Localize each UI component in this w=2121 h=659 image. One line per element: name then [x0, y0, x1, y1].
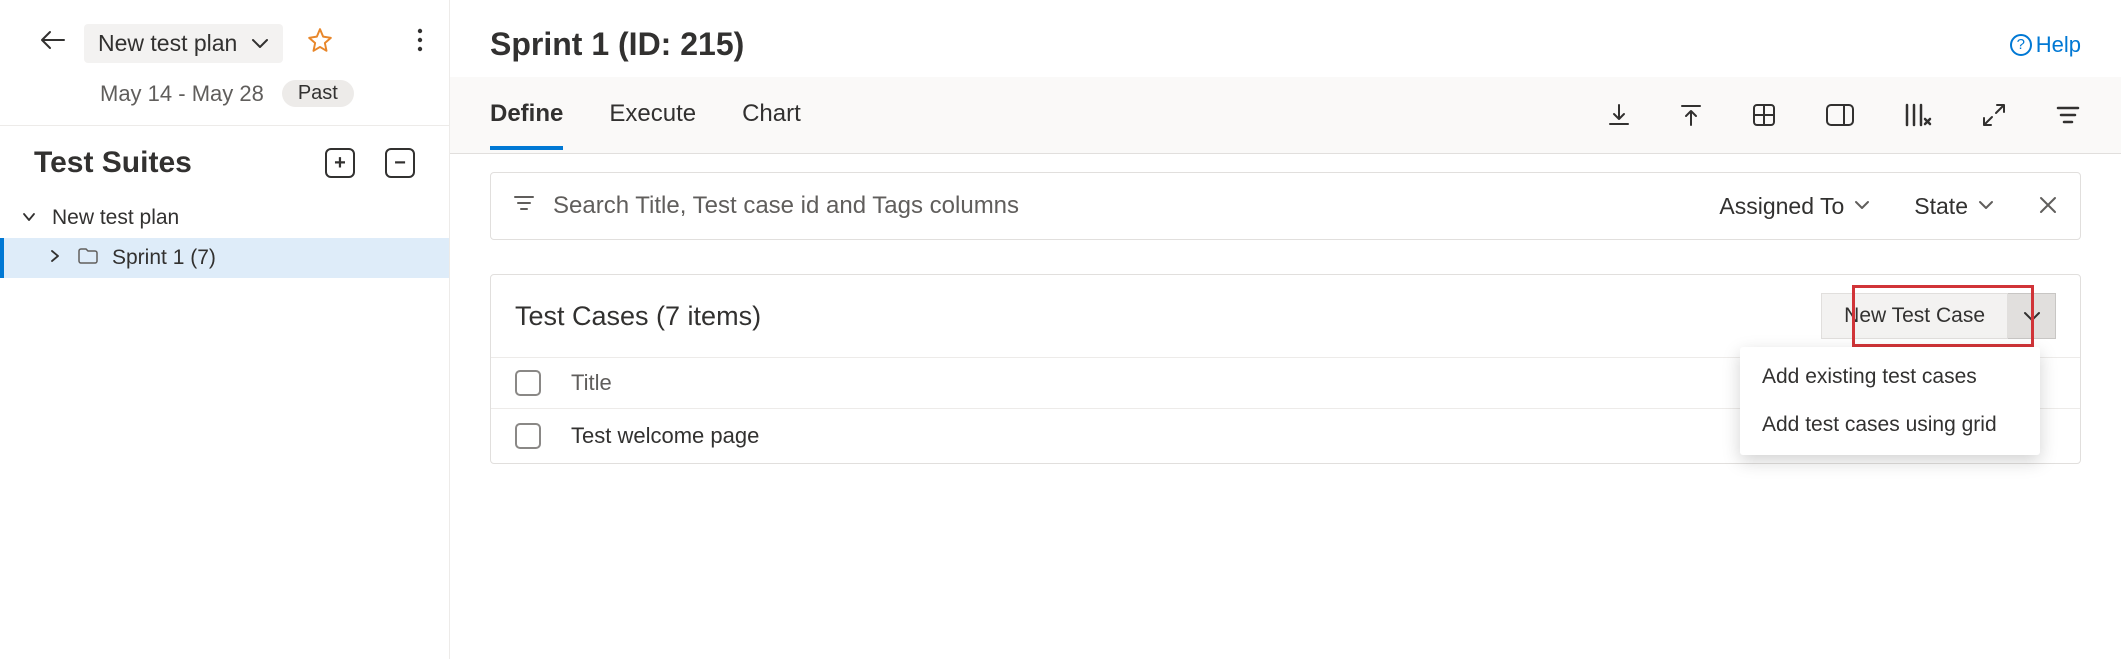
- cell-title: Test welcome page: [571, 423, 1756, 449]
- tab-execute[interactable]: Execute: [609, 80, 696, 150]
- page-title: Sprint 1 (ID: 215): [490, 26, 744, 63]
- menu-add-existing-test-cases[interactable]: Add existing test cases: [1740, 353, 2040, 401]
- column-options-icon[interactable]: [1903, 102, 1933, 128]
- test-plan-name: New test plan: [98, 30, 237, 57]
- divider: [450, 153, 2121, 154]
- right-header: Sprint 1 (ID: 215) ? Help: [450, 0, 2121, 63]
- tree-root-plan[interactable]: New test plan: [0, 198, 449, 238]
- filter-icon[interactable]: [2055, 104, 2081, 126]
- select-all-checkbox[interactable]: [515, 370, 541, 396]
- test-plan-selector[interactable]: New test plan: [84, 24, 283, 63]
- chevron-down-icon: [251, 33, 269, 54]
- tab-toolbar-wrap: Define Execute Chart: [450, 77, 2121, 154]
- test-suites-tree: New test plan Sprint 1 (7): [0, 194, 449, 278]
- toggle-test-detail-pane-icon[interactable]: [1825, 103, 1855, 127]
- favorite-star-icon[interactable]: [307, 27, 333, 60]
- toolbar-right: [1607, 102, 2081, 128]
- tab-chart[interactable]: Chart: [742, 80, 801, 150]
- tree-suite-sprint1[interactable]: Sprint 1 (7): [0, 238, 449, 278]
- menu-add-test-cases-using-grid[interactable]: Add test cases using grid: [1740, 401, 2040, 449]
- chevron-right-icon: [46, 249, 64, 268]
- new-test-case-button[interactable]: New Test Case: [1821, 293, 2008, 339]
- more-options-icon[interactable]: [411, 22, 429, 64]
- tree-item-label: New test plan: [52, 206, 179, 230]
- help-label: Help: [2036, 32, 2081, 58]
- grid-view-icon[interactable]: [1751, 102, 1777, 128]
- test-suites-title: Test Suites: [34, 146, 192, 180]
- filter-list-icon: [513, 194, 535, 218]
- expand-all-button[interactable]: +: [325, 148, 355, 178]
- import-icon[interactable]: [1679, 102, 1703, 128]
- help-icon: ?: [2010, 34, 2032, 56]
- test-cases-title: Test Cases (7 items): [515, 301, 761, 332]
- test-suites-header: Test Suites + −: [0, 126, 449, 194]
- row-checkbox[interactable]: [515, 423, 541, 449]
- export-icon[interactable]: [1607, 102, 1631, 128]
- chevron-down-icon: [20, 209, 38, 227]
- test-cases-panel: Test Cases (7 items) New Test Case Add e…: [490, 274, 2081, 464]
- left-subheader: May 14 - May 28 Past: [0, 74, 449, 125]
- collapse-all-button[interactable]: −: [385, 148, 415, 178]
- help-link[interactable]: ? Help: [2010, 32, 2081, 58]
- iteration-status-badge: Past: [282, 80, 354, 107]
- chevron-down-icon: [1978, 197, 1994, 215]
- search-input[interactable]: [553, 192, 1675, 220]
- test-cases-header: Test Cases (7 items) New Test Case: [491, 275, 2080, 357]
- chevron-down-icon: [1854, 197, 1870, 215]
- right-pane: Sprint 1 (ID: 215) ? Help Define Execute…: [450, 0, 2121, 659]
- new-test-case-dropdown[interactable]: [2008, 293, 2056, 339]
- left-header: New test plan: [0, 0, 449, 74]
- left-pane: New test plan May 14 - May 28 Past Test …: [0, 0, 450, 659]
- filter-state[interactable]: State: [1914, 193, 1994, 220]
- iteration-date-range: May 14 - May 28: [100, 81, 264, 107]
- back-icon[interactable]: [40, 29, 66, 57]
- clear-filters-icon[interactable]: [2038, 191, 2058, 222]
- filter-bar: Assigned To State: [490, 172, 2081, 240]
- filter-assigned-to[interactable]: Assigned To: [1719, 193, 1870, 220]
- new-test-case-menu: Add existing test cases Add test cases u…: [1740, 347, 2040, 455]
- tab-bar: Define Execute Chart: [450, 77, 2121, 153]
- tab-define[interactable]: Define: [490, 80, 563, 150]
- column-header-title[interactable]: Title: [571, 370, 1756, 396]
- full-screen-icon[interactable]: [1981, 102, 2007, 128]
- tree-item-label: Sprint 1 (7): [112, 246, 216, 270]
- folder-icon: [78, 248, 98, 269]
- new-test-case-split-button: New Test Case: [1821, 293, 2056, 339]
